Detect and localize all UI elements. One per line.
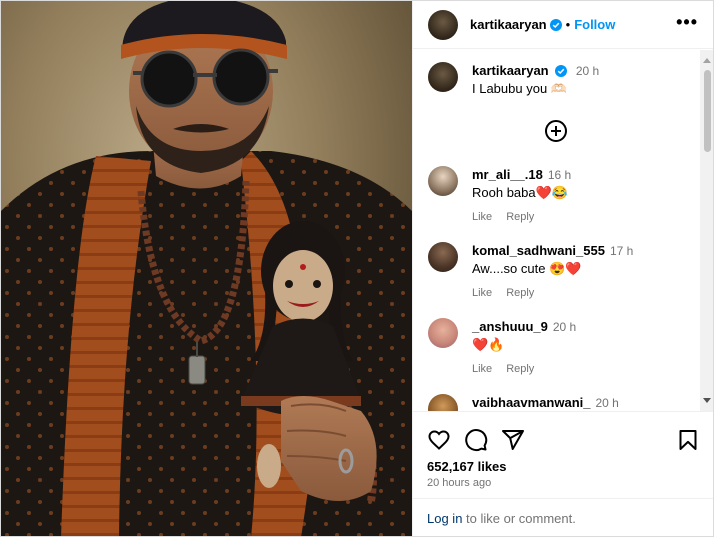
follow-button[interactable]: Follow [574,17,615,32]
comment-username[interactable]: mr_ali__.18 [472,167,543,182]
comment-reply-button[interactable]: Reply [506,211,534,223]
comment-reply-button[interactable]: Reply [506,363,534,375]
commenter-avatar[interactable] [428,242,458,272]
comment-item: mr_ali__.18 16 h Rooh baba❤️😂 Like Reply [428,166,571,226]
plus-circle-icon[interactable] [544,119,568,143]
caption-text: I Labubu you 🫶🏻 [472,81,567,96]
post-image[interactable] [1,1,412,536]
verified-badge-icon [549,18,562,31]
commenter-avatar[interactable] [428,394,458,411]
bookmark-icon[interactable] [676,428,700,452]
post-timestamp[interactable]: 20 hours ago [427,477,491,489]
comment-time: 16 h [547,168,572,182]
caption-time: 20 h [575,64,600,78]
commenter-avatar[interactable] [428,318,458,348]
login-prompt-text: to like or comment. [462,511,576,526]
scroll-up-icon[interactable] [703,58,711,63]
post-caption: kartikaaryan 20 h I Labubu you 🫶🏻 [428,62,599,98]
verified-badge-icon [555,65,568,77]
likes-count[interactable]: 652,167 likes [427,459,507,474]
comment-time: 20 h [552,320,577,334]
comment-like-button[interactable]: Like [472,363,492,375]
more-options-icon[interactable]: ••• [676,13,698,31]
comment-text: Aw....so cute 😍❤️ [472,261,582,276]
comment-like-button[interactable]: Like [472,287,492,299]
author-avatar[interactable] [428,9,458,40]
author-username[interactable]: kartikaaryan [470,17,547,32]
comment-like-button[interactable]: Like [472,211,492,223]
commenter-avatar[interactable] [428,166,458,196]
comment-icon[interactable] [464,428,488,452]
caption-username[interactable]: kartikaaryan [472,63,549,78]
caption-avatar[interactable] [428,62,458,92]
separator-dot: • [565,17,571,32]
comment-reply-button[interactable]: Reply [506,287,534,299]
comment-time: 20 h [595,396,619,410]
comment-username[interactable]: _anshuuu_9 [472,319,548,334]
post-header: kartikaaryan • Follow ••• [413,1,713,49]
action-icons [427,428,538,452]
comment-text: Rooh baba❤️😂 [472,185,568,200]
post-side-panel: kartikaaryan • Follow ••• kartikaaryan 2… [412,1,713,536]
post-dialog: kartikaaryan • Follow ••• kartikaaryan 2… [0,0,714,537]
comment-text: ❤️🔥 [472,337,505,352]
scrollbar-thumb[interactable] [704,70,711,152]
scroll-down-icon[interactable] [703,398,711,403]
heart-icon[interactable] [427,428,451,452]
post-photo-illustration [1,1,412,536]
post-footer: 652,167 likes 20 hours ago Log in to lik… [413,411,713,536]
comment-time: 17 h [609,244,634,258]
comment-item: _anshuuu_9 20 h ❤️🔥 Like Reply [428,318,576,378]
comment-username[interactable]: komal_sadhwani_555 [472,243,605,258]
comment-username[interactable]: vaibhaavmanwani_ [472,395,591,410]
comment-item: komal_sadhwani_555 17 h Aw....so cute 😍❤️… [428,242,633,302]
comments-list[interactable]: kartikaaryan 20 h I Labubu you 🫶🏻 mr_ali… [413,50,701,411]
login-link[interactable]: Log in [427,511,462,526]
comments-scrollbar[interactable] [700,50,713,411]
comment-item: vaibhaavmanwani_ 20 h [428,394,619,411]
login-prompt: Log in to like or comment. [413,498,713,536]
share-icon[interactable] [501,428,525,452]
